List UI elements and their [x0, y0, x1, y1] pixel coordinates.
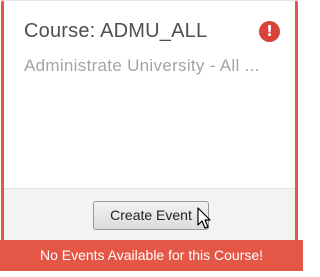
course-subtitle: Administrate University - All ... — [24, 56, 260, 75]
mouse-pointer-icon — [197, 207, 211, 229]
bottom-spacer — [0, 271, 303, 277]
create-event-button[interactable]: Create Event — [93, 201, 209, 230]
course-widget: Course: ADMU_ALL ! Administrate Universi… — [0, 0, 303, 277]
no-events-banner: No Events Available for this Course! — [0, 240, 303, 271]
course-title: Course: ADMU_ALL — [24, 20, 208, 42]
exclamation-icon: ! — [259, 21, 280, 42]
card-footer: Create Event — [4, 188, 295, 240]
course-card: Course: ADMU_ALL ! Administrate Universi… — [1, 0, 298, 240]
